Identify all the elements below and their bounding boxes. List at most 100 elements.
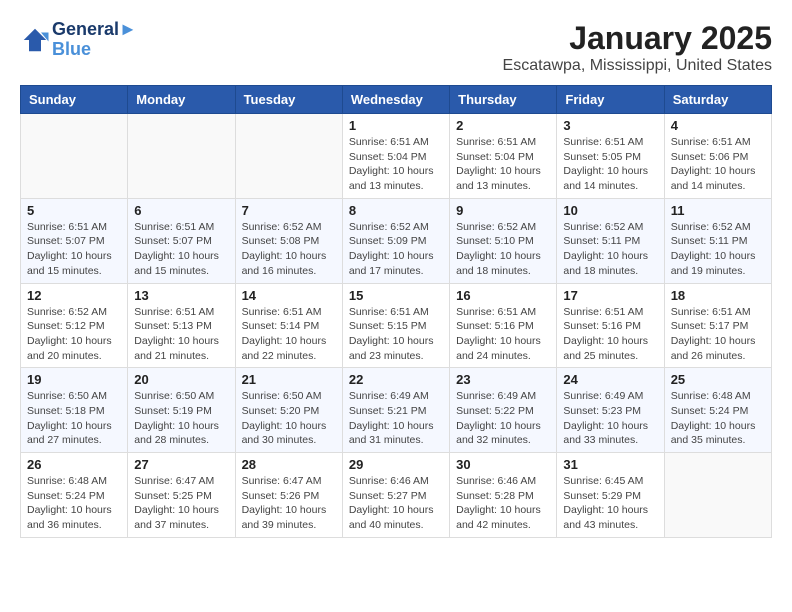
day-number: 27 — [134, 457, 228, 472]
table-row: 24Sunrise: 6:49 AMSunset: 5:23 PMDayligh… — [557, 368, 664, 453]
table-row: 30 Sunrise: 6:46 AMSunset: 5:28 PMDayligh… — [450, 453, 557, 538]
day-info: Sunrise: 6:51 AMSunset: 5:06 PMDaylight:… — [671, 135, 765, 194]
table-row: 3 Sunrise: 6:51 AMSunset: 5:05 PMDaylight… — [557, 114, 664, 199]
day-number: 15 — [349, 288, 443, 303]
day-info: Sunrise: 6:52 AMSunset: 5:10 PMDaylight:… — [456, 220, 550, 279]
day-info: Sunrise: 6:51 AMSunset: 5:04 PMDaylight:… — [456, 135, 550, 194]
day-info: Sunrise: 6:48 AMSunset: 5:24 PMDaylight:… — [671, 389, 765, 448]
table-row: 23Sunrise: 6:49 AMSunset: 5:22 PMDayligh… — [450, 368, 557, 453]
day-number: 24 — [563, 372, 657, 387]
table-row: 16 Sunrise: 6:51 AMSunset: 5:16 PMDayligh… — [450, 283, 557, 368]
calendar-title: January 2025 — [503, 20, 772, 57]
day-info: Sunrise: 6:51 AMSunset: 5:13 PMDaylight:… — [134, 305, 228, 364]
day-number: 25 — [671, 372, 765, 387]
day-number: 19 — [27, 372, 121, 387]
day-info: Sunrise: 6:46 AMSunset: 5:27 PMDaylight:… — [349, 474, 443, 533]
day-number: 9 — [456, 203, 550, 218]
day-info: Sunrise: 6:52 AMSunset: 5:11 PMDaylight:… — [563, 220, 657, 279]
table-row: 19Sunrise: 6:50 AMSunset: 5:18 PMDayligh… — [21, 368, 128, 453]
day-number: 8 — [349, 203, 443, 218]
day-info: Sunrise: 6:51 AMSunset: 5:07 PMDaylight:… — [27, 220, 121, 279]
header-sunday: Sunday — [21, 86, 128, 114]
day-info: Sunrise: 6:50 AMSunset: 5:20 PMDaylight:… — [242, 389, 336, 448]
calendar-week-row: 19Sunrise: 6:50 AMSunset: 5:18 PMDayligh… — [21, 368, 772, 453]
table-row: 14Sunrise: 6:51 AMSunset: 5:14 PMDayligh… — [235, 283, 342, 368]
calendar-subtitle: Escatawpa, Mississippi, United States — [503, 57, 772, 75]
day-number: 3 — [563, 118, 657, 133]
table-row: 18 Sunrise: 6:51 AMSunset: 5:17 PMDayligh… — [664, 283, 771, 368]
calendar-week-row: 1Sunrise: 6:51 AMSunset: 5:04 PMDaylight… — [21, 114, 772, 199]
table-row: 20 Sunrise: 6:50 AMSunset: 5:19 PMDayligh… — [128, 368, 235, 453]
header-wednesday: Wednesday — [342, 86, 449, 114]
title-block: January 2025 Escatawpa, Mississippi, Uni… — [503, 20, 772, 75]
table-row — [128, 114, 235, 199]
table-row: 21 Sunrise: 6:50 AMSunset: 5:20 PMDayligh… — [235, 368, 342, 453]
table-row: 8 Sunrise: 6:52 AMSunset: 5:09 PMDaylight… — [342, 198, 449, 283]
day-number: 6 — [134, 203, 228, 218]
table-row: 5 Sunrise: 6:51 AMSunset: 5:07 PMDaylight… — [21, 198, 128, 283]
table-row: 1Sunrise: 6:51 AMSunset: 5:04 PMDaylight… — [342, 114, 449, 199]
day-info: Sunrise: 6:52 AMSunset: 5:09 PMDaylight:… — [349, 220, 443, 279]
day-number: 30 — [456, 457, 550, 472]
table-row: 13 Sunrise: 6:51 AMSunset: 5:13 PMDayligh… — [128, 283, 235, 368]
day-info: Sunrise: 6:50 AMSunset: 5:19 PMDaylight:… — [134, 389, 228, 448]
table-row: 12 Sunrise: 6:52 AMSunset: 5:12 PMDayligh… — [21, 283, 128, 368]
day-number: 18 — [671, 288, 765, 303]
day-number: 21 — [242, 372, 336, 387]
day-number: 2 — [456, 118, 550, 133]
calendar-week-row: 5 Sunrise: 6:51 AMSunset: 5:07 PMDaylight… — [21, 198, 772, 283]
day-number: 29 — [349, 457, 443, 472]
table-row: 11 Sunrise: 6:52 AMSunset: 5:11 PMDayligh… — [664, 198, 771, 283]
calendar-week-row: 26 Sunrise: 6:48 AMSunset: 5:24 PMDayligh… — [21, 453, 772, 538]
table-row — [21, 114, 128, 199]
header-monday: Monday — [128, 86, 235, 114]
logo-text: General► Blue — [52, 20, 137, 60]
logo-icon — [20, 25, 50, 55]
table-row: 15 Sunrise: 6:51 AMSunset: 5:15 PMDayligh… — [342, 283, 449, 368]
table-row: 29 Sunrise: 6:46 AMSunset: 5:27 PMDayligh… — [342, 453, 449, 538]
day-number: 11 — [671, 203, 765, 218]
day-info: Sunrise: 6:49 AMSunset: 5:21 PMDaylight:… — [349, 389, 443, 448]
day-info: Sunrise: 6:51 AMSunset: 5:17 PMDaylight:… — [671, 305, 765, 364]
day-info: Sunrise: 6:51 AMSunset: 5:14 PMDaylight:… — [242, 305, 336, 364]
calendar-table: Sunday Monday Tuesday Wednesday Thursday… — [20, 85, 772, 538]
day-info: Sunrise: 6:52 AMSunset: 5:08 PMDaylight:… — [242, 220, 336, 279]
table-row: 10Sunrise: 6:52 AMSunset: 5:11 PMDayligh… — [557, 198, 664, 283]
day-info: Sunrise: 6:47 AMSunset: 5:25 PMDaylight:… — [134, 474, 228, 533]
day-number: 26 — [27, 457, 121, 472]
day-info: Sunrise: 6:51 AMSunset: 5:15 PMDaylight:… — [349, 305, 443, 364]
day-number: 31 — [563, 457, 657, 472]
table-row: 2 Sunrise: 6:51 AMSunset: 5:04 PMDaylight… — [450, 114, 557, 199]
day-info: Sunrise: 6:52 AMSunset: 5:11 PMDaylight:… — [671, 220, 765, 279]
day-info: Sunrise: 6:52 AMSunset: 5:12 PMDaylight:… — [27, 305, 121, 364]
table-row: 26 Sunrise: 6:48 AMSunset: 5:24 PMDayligh… — [21, 453, 128, 538]
day-number: 5 — [27, 203, 121, 218]
table-row — [664, 453, 771, 538]
day-info: Sunrise: 6:48 AMSunset: 5:24 PMDaylight:… — [27, 474, 121, 533]
day-number: 28 — [242, 457, 336, 472]
header-saturday: Saturday — [664, 86, 771, 114]
day-number: 16 — [456, 288, 550, 303]
day-number: 7 — [242, 203, 336, 218]
table-row: 9 Sunrise: 6:52 AMSunset: 5:10 PMDaylight… — [450, 198, 557, 283]
day-info: Sunrise: 6:51 AMSunset: 5:05 PMDaylight:… — [563, 135, 657, 194]
day-info: Sunrise: 6:51 AMSunset: 5:07 PMDaylight:… — [134, 220, 228, 279]
table-row: 4Sunrise: 6:51 AMSunset: 5:06 PMDaylight… — [664, 114, 771, 199]
day-number: 20 — [134, 372, 228, 387]
day-number: 23 — [456, 372, 550, 387]
day-info: Sunrise: 6:46 AMSunset: 5:28 PMDaylight:… — [456, 474, 550, 533]
day-info: Sunrise: 6:51 AMSunset: 5:16 PMDaylight:… — [456, 305, 550, 364]
calendar-header-row: Sunday Monday Tuesday Wednesday Thursday… — [21, 86, 772, 114]
table-row: 22Sunrise: 6:49 AMSunset: 5:21 PMDayligh… — [342, 368, 449, 453]
day-info: Sunrise: 6:51 AMSunset: 5:16 PMDaylight:… — [563, 305, 657, 364]
header-tuesday: Tuesday — [235, 86, 342, 114]
day-number: 17 — [563, 288, 657, 303]
day-number: 12 — [27, 288, 121, 303]
header-friday: Friday — [557, 86, 664, 114]
calendar-week-row: 12 Sunrise: 6:52 AMSunset: 5:12 PMDayligh… — [21, 283, 772, 368]
table-row — [235, 114, 342, 199]
day-info: Sunrise: 6:47 AMSunset: 5:26 PMDaylight:… — [242, 474, 336, 533]
table-row: 6 Sunrise: 6:51 AMSunset: 5:07 PMDaylight… — [128, 198, 235, 283]
day-number: 13 — [134, 288, 228, 303]
table-row: 28 Sunrise: 6:47 AMSunset: 5:26 PMDayligh… — [235, 453, 342, 538]
